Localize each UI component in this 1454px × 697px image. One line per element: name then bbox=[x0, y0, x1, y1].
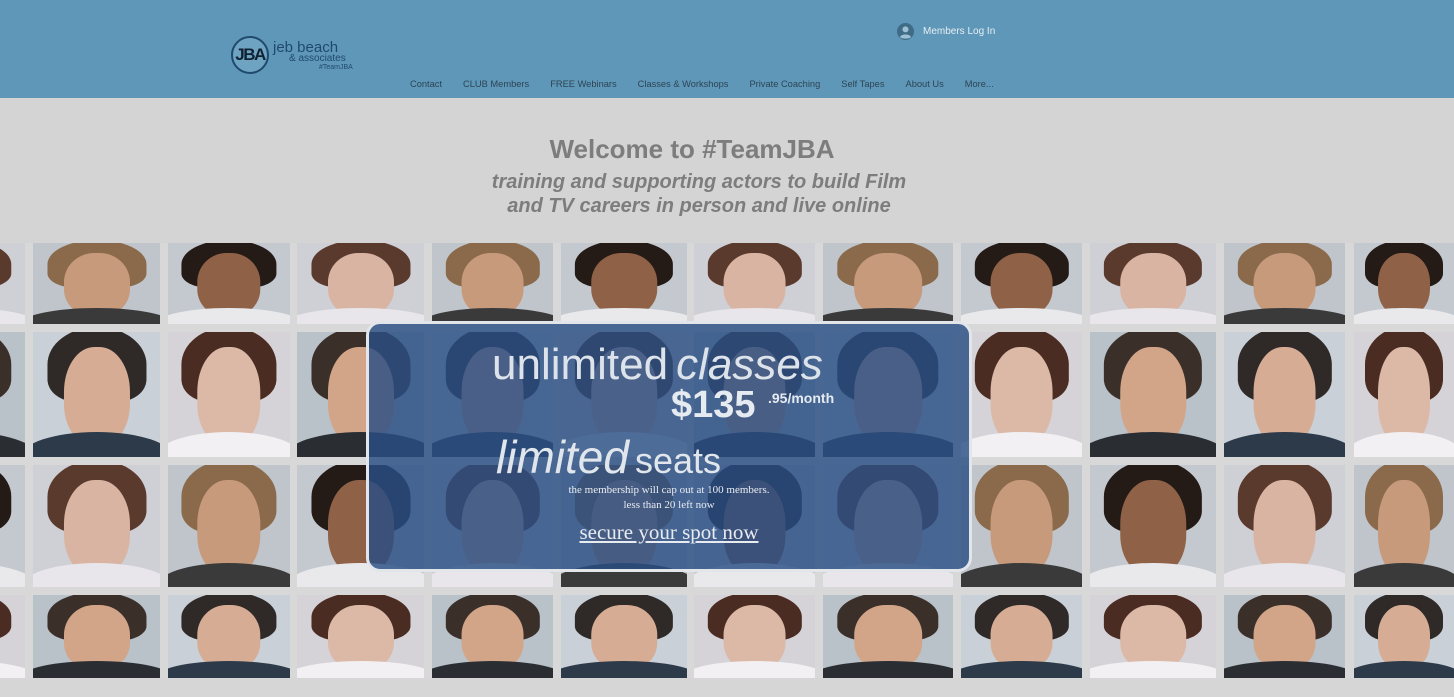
promo-seats: seats bbox=[634, 440, 721, 481]
nav-contact[interactable]: Contact bbox=[410, 79, 442, 89]
logo-subtitle: & associates bbox=[289, 53, 346, 64]
promo-classes: classes bbox=[676, 340, 823, 389]
headshot-photo bbox=[961, 243, 1082, 324]
promo-price-suffix: .95/month bbox=[768, 390, 835, 406]
headshot-photo bbox=[0, 332, 25, 457]
headshot-photo bbox=[168, 332, 290, 457]
main-nav: Contact CLUB Members FREE Webinars Class… bbox=[410, 77, 994, 91]
secure-spot-link[interactable]: secure your spot now bbox=[369, 520, 969, 545]
welcome-subtitle-line1: training and supporting actors to build … bbox=[491, 171, 907, 193]
promo-headline: unlimited classes bbox=[492, 342, 823, 388]
headshot-photo bbox=[1354, 243, 1454, 324]
logo-mark: JBA bbox=[231, 36, 269, 74]
nav-self-tapes[interactable]: Self Tapes bbox=[841, 79, 884, 89]
promo-note-cap: the membership will cap out at 100 membe… bbox=[568, 484, 770, 496]
nav-club-members[interactable]: CLUB Members bbox=[463, 79, 529, 89]
user-avatar-icon bbox=[897, 22, 914, 40]
headshot-photo bbox=[0, 595, 25, 678]
headshot-photo bbox=[1224, 595, 1345, 678]
headshot-photo bbox=[33, 243, 160, 324]
headshot-photo bbox=[694, 243, 815, 324]
headshot-photo bbox=[1354, 465, 1454, 587]
promo-price: $135 bbox=[671, 384, 756, 426]
headshot-photo bbox=[961, 595, 1082, 678]
promo-note-remaining: less than 20 left now bbox=[623, 499, 715, 511]
headshot-photo bbox=[297, 243, 424, 324]
headshot-photo bbox=[33, 595, 160, 678]
nav-free-webinars[interactable]: FREE Webinars bbox=[550, 79, 616, 89]
site-header: JBA jeb beach & associates #TeamJBA Memb… bbox=[0, 0, 1454, 98]
welcome-subtitle-line2: and TV careers in person and live online bbox=[507, 195, 891, 217]
nav-more[interactable]: More... bbox=[965, 79, 994, 89]
headshot-photo bbox=[168, 595, 290, 678]
welcome-section: Welcome to #TeamJBA training and support… bbox=[0, 98, 1454, 243]
headshot-photo bbox=[561, 243, 687, 324]
headshot-photo bbox=[1224, 465, 1345, 587]
headshot-photo bbox=[1224, 243, 1345, 324]
headshot-photo bbox=[961, 465, 1082, 587]
headshot-photo bbox=[561, 595, 687, 678]
bottom-strip bbox=[0, 678, 1454, 697]
headshot-photo bbox=[823, 595, 953, 678]
jba-logo[interactable]: JBA jeb beach & associates #TeamJBA bbox=[231, 36, 371, 78]
logo-tag: #TeamJBA bbox=[319, 64, 353, 71]
nav-about-us[interactable]: About Us bbox=[906, 79, 944, 89]
headshot-photo bbox=[168, 465, 290, 587]
promo-limited: limited bbox=[496, 431, 629, 483]
nav-classes-workshops[interactable]: Classes & Workshops bbox=[638, 79, 729, 89]
headshot-photo bbox=[1354, 332, 1454, 457]
members-login-button[interactable]: Members Log In bbox=[897, 22, 995, 40]
headshot-photo bbox=[168, 243, 290, 324]
headshot-photo bbox=[1090, 595, 1216, 678]
headshot-photo bbox=[1090, 332, 1216, 457]
nav-private-coaching[interactable]: Private Coaching bbox=[749, 79, 820, 89]
headshot-photo bbox=[1354, 595, 1454, 678]
headshot-photo bbox=[1090, 465, 1216, 587]
headshot-photo bbox=[0, 243, 25, 324]
welcome-title: Welcome to #TeamJBA bbox=[549, 134, 835, 164]
headshot-photo bbox=[823, 243, 953, 324]
headshot-photo bbox=[1224, 332, 1345, 457]
headshot-photo bbox=[0, 465, 25, 587]
promo-unlimited: unlimited bbox=[492, 340, 669, 389]
headshot-photo bbox=[33, 465, 160, 587]
headshot-photo bbox=[1090, 243, 1216, 324]
headshot-photo bbox=[961, 332, 1082, 457]
headshot-photo bbox=[297, 595, 424, 678]
headshot-photo bbox=[694, 595, 815, 678]
members-login-label: Members Log In bbox=[923, 25, 996, 37]
headshot-photo bbox=[432, 243, 553, 324]
headshot-photo bbox=[33, 332, 160, 457]
headshot-photo bbox=[432, 595, 553, 678]
membership-promo-banner: unlimited classes $135 .95/month limited s… bbox=[366, 321, 972, 572]
